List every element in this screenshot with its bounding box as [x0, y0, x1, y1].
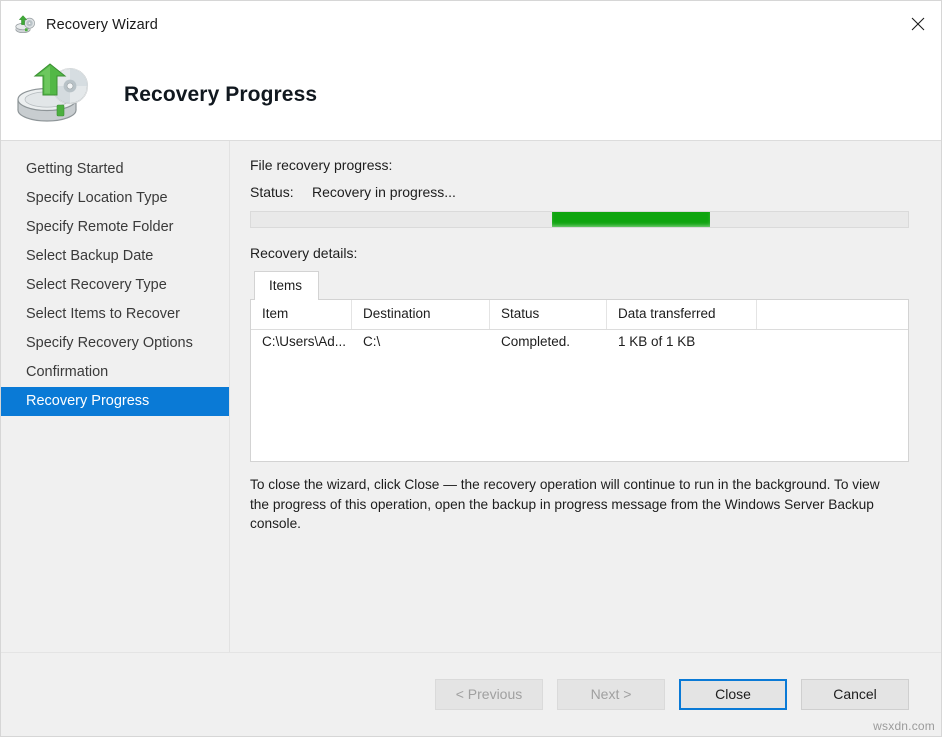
status-row: Status: Recovery in progress... [250, 184, 909, 200]
sidebar-item-select-items-to-recover[interactable]: Select Items to Recover [1, 300, 229, 329]
recovery-details-label: Recovery details: [250, 245, 909, 261]
sidebar-item-getting-started[interactable]: Getting Started [1, 155, 229, 184]
close-button[interactable]: Close [679, 679, 787, 710]
previous-button[interactable]: < Previous [435, 679, 543, 710]
progress-bar-chunk [552, 212, 710, 227]
window-body: Getting Started Specify Location Type Sp… [1, 141, 941, 652]
recovery-disk-icon [15, 15, 37, 35]
page-banner: Recovery Progress [1, 49, 941, 141]
footer-button-bar: < Previous Next > Close Cancel wsxdn.com [1, 652, 941, 736]
cell-data-transferred: 1 KB of 1 KB [607, 330, 757, 356]
window-title: Recovery Wizard [46, 17, 158, 33]
sidebar-item-select-backup-date[interactable]: Select Backup Date [1, 242, 229, 271]
column-header-item[interactable]: Item [251, 300, 352, 329]
cancel-button[interactable]: Cancel [801, 679, 909, 710]
cell-spacer [757, 330, 908, 356]
sidebar-item-specify-location-type[interactable]: Specify Location Type [1, 184, 229, 213]
sidebar-item-confirmation[interactable]: Confirmation [1, 358, 229, 387]
column-header-spacer[interactable] [757, 300, 908, 329]
recovery-disk-large-icon [13, 62, 95, 128]
recovery-progress-bar [250, 211, 909, 228]
title-bar-left: Recovery Wizard [1, 15, 158, 35]
column-header-destination[interactable]: Destination [352, 300, 490, 329]
sidebar-item-select-recovery-type[interactable]: Select Recovery Type [1, 271, 229, 300]
recovery-items-listview[interactable]: Item Destination Status Data transferred… [250, 299, 909, 462]
close-icon[interactable] [894, 1, 941, 47]
sidebar-item-specify-recovery-options[interactable]: Specify Recovery Options [1, 329, 229, 358]
cell-item: C:\Users\Ad... [251, 330, 352, 356]
page-title: Recovery Progress [124, 83, 317, 107]
sidebar-item-specify-remote-folder[interactable]: Specify Remote Folder [1, 213, 229, 242]
status-value: Recovery in progress... [312, 184, 456, 200]
file-recovery-progress-label: File recovery progress: [250, 157, 909, 173]
details-tabstrip: Items [254, 270, 909, 299]
sidebar-item-recovery-progress[interactable]: Recovery Progress [1, 387, 229, 416]
status-label: Status: [250, 184, 312, 200]
recovery-wizard-window: Recovery Wizard [0, 0, 942, 737]
column-header-data-transferred[interactable]: Data transferred [607, 300, 757, 329]
column-header-status[interactable]: Status [490, 300, 607, 329]
title-bar: Recovery Wizard [1, 1, 941, 49]
wizard-steps-sidebar: Getting Started Specify Location Type Sp… [1, 141, 230, 652]
cell-destination: C:\ [352, 330, 490, 356]
tab-items[interactable]: Items [254, 271, 319, 300]
cell-status: Completed. [490, 330, 607, 356]
content-pane: File recovery progress: Status: Recovery… [230, 141, 941, 652]
watermark: wsxdn.com [873, 719, 935, 733]
next-button[interactable]: Next > [557, 679, 665, 710]
close-wizard-note: To close the wizard, click Close — the r… [250, 475, 895, 534]
table-row[interactable]: C:\Users\Ad... C:\ Completed. 1 KB of 1 … [251, 330, 908, 356]
listview-header: Item Destination Status Data transferred [251, 300, 908, 330]
